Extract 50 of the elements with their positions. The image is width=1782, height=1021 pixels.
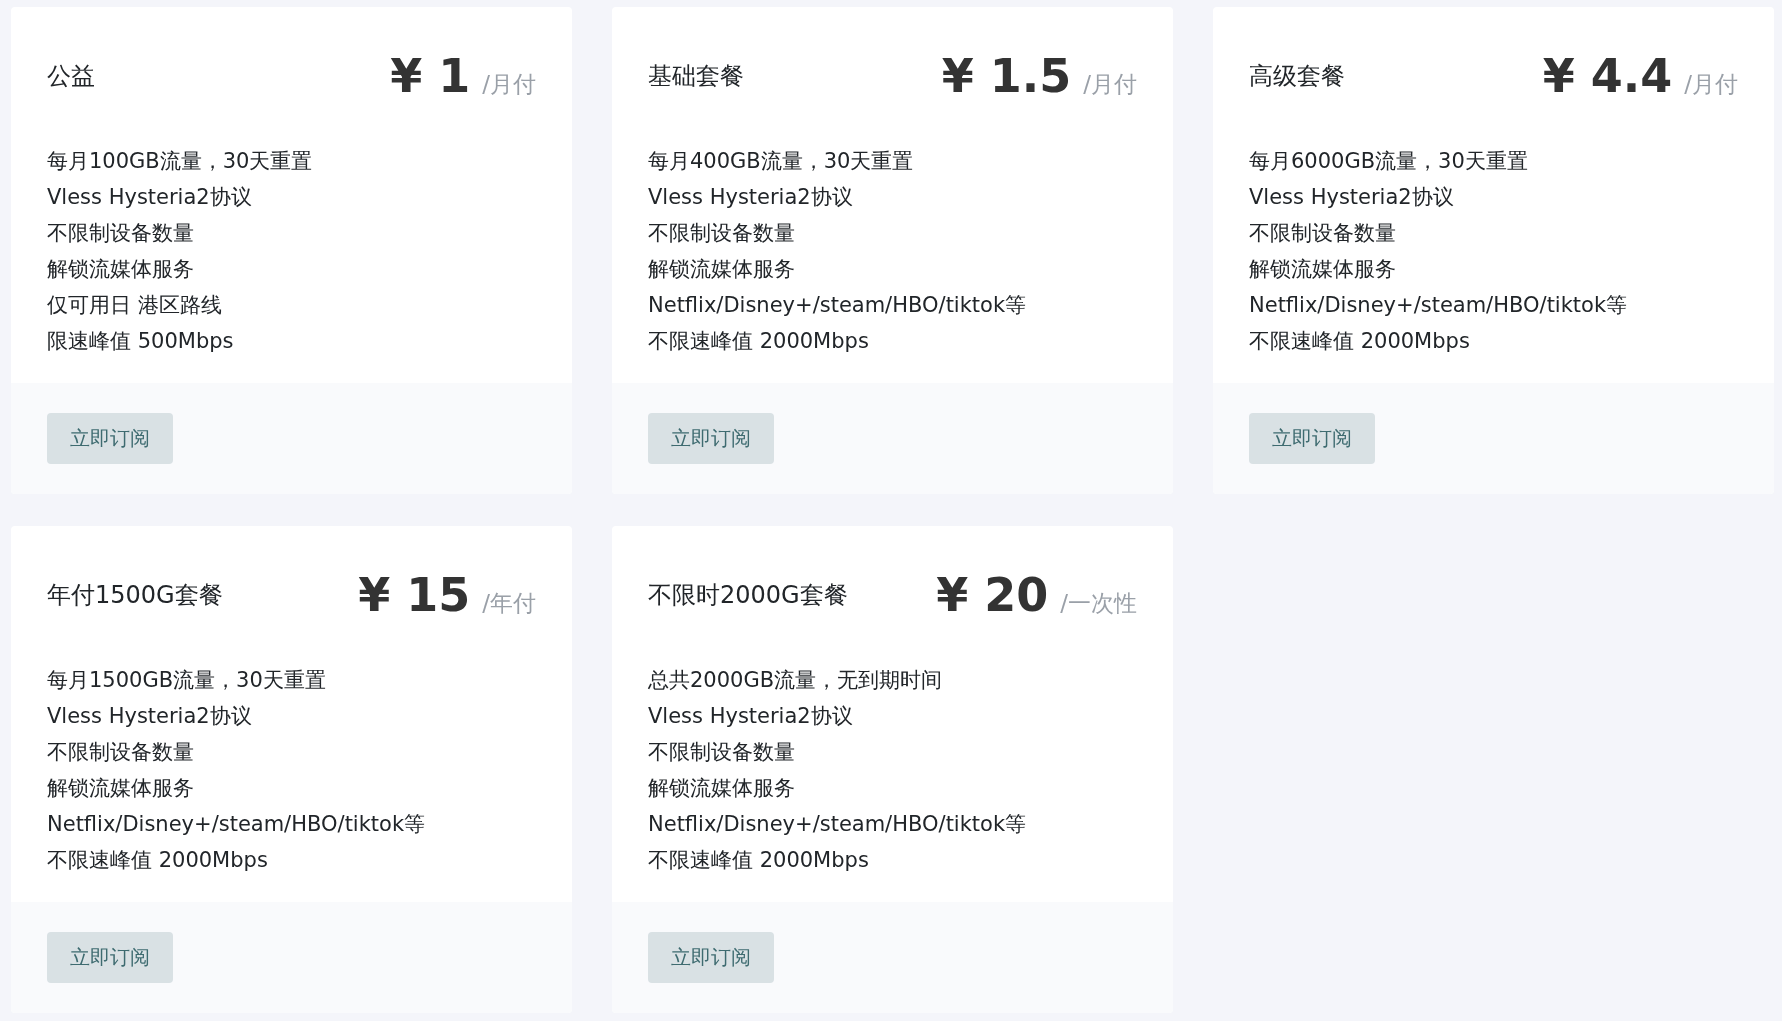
feature-text: 不限速峰值 2000Mbps bbox=[648, 328, 870, 355]
plan-name: 年付1500G套餐 bbox=[47, 580, 223, 611]
feature-text: 限速峰值 500Mbps bbox=[47, 328, 235, 355]
feature-text: 解锁流媒体服务 bbox=[47, 256, 195, 283]
subscribe-button[interactable]: 立即订阅 bbox=[648, 413, 774, 464]
feature-text: 不限速峰值 2000Mbps bbox=[1249, 328, 1471, 355]
feature-text: 不限制设备数量 bbox=[1249, 220, 1397, 247]
subscribe-button[interactable]: 立即订阅 bbox=[47, 932, 173, 983]
feature-text: Vless Hysteria2协议 bbox=[1249, 184, 1455, 211]
billing-period: /年付 bbox=[482, 589, 536, 618]
feature-text: Netflix/Disney+/steam/HBO/tiktok等 bbox=[1249, 292, 1629, 319]
feature-text: 每月400GB流量，30天重置 bbox=[648, 148, 915, 175]
feature-text: Vless Hysteria2协议 bbox=[47, 703, 253, 730]
feature-text: 解锁流媒体服务 bbox=[648, 775, 796, 802]
feature-text: 不限制设备数量 bbox=[47, 739, 195, 766]
feature-text: 不限制设备数量 bbox=[648, 220, 796, 247]
subscribe-button[interactable]: 立即订阅 bbox=[47, 413, 173, 464]
billing-period: /月付 bbox=[1083, 70, 1137, 99]
feature-text: 不限制设备数量 bbox=[47, 220, 195, 247]
plan-name: 不限时2000G套餐 bbox=[648, 580, 848, 611]
feature-text: 不限速峰值 2000Mbps bbox=[648, 847, 870, 874]
feature-text: 不限速峰值 2000Mbps bbox=[47, 847, 269, 874]
plan-name: 高级套餐 bbox=[1249, 61, 1345, 92]
feature-text: 每月6000GB流量，30天重置 bbox=[1249, 148, 1529, 175]
feature-text: Netflix/Disney+/steam/HBO/tiktok等 bbox=[47, 811, 427, 838]
feature-text: 每月100GB流量，30天重置 bbox=[47, 148, 314, 175]
plan-name: 基础套餐 bbox=[648, 61, 744, 92]
feature-text: 总共2000GB流量，无到期时间 bbox=[648, 667, 944, 694]
subscribe-button[interactable]: 立即订阅 bbox=[1249, 413, 1375, 464]
plan-price: ¥ 15 bbox=[358, 568, 471, 622]
feature-text: 解锁流媒体服务 bbox=[1249, 256, 1397, 283]
billing-period: /月付 bbox=[482, 70, 536, 99]
plan-name: 公益 bbox=[47, 61, 95, 92]
feature-text: 仅可用日 港区路线 bbox=[47, 292, 223, 319]
feature-text: 解锁流媒体服务 bbox=[47, 775, 195, 802]
feature-text: 每月1500GB流量，30天重置 bbox=[47, 667, 327, 694]
feature-text: Vless Hysteria2协议 bbox=[47, 184, 253, 211]
feature-text: 解锁流媒体服务 bbox=[648, 256, 796, 283]
feature-text: Vless Hysteria2协议 bbox=[648, 703, 854, 730]
plan-price: ¥ 1 bbox=[390, 49, 471, 103]
billing-period: /一次性 bbox=[1060, 589, 1137, 618]
subscribe-button[interactable]: 立即订阅 bbox=[648, 932, 774, 983]
plan-price: ¥ 20 bbox=[936, 568, 1049, 622]
billing-period: /月付 bbox=[1684, 70, 1738, 99]
feature-text: Netflix/Disney+/steam/HBO/tiktok等 bbox=[648, 292, 1028, 319]
feature-text: Netflix/Disney+/steam/HBO/tiktok等 bbox=[648, 811, 1028, 838]
feature-text: Vless Hysteria2协议 bbox=[648, 184, 854, 211]
plan-price: ¥ 1.5 bbox=[941, 49, 1072, 103]
feature-text: 不限制设备数量 bbox=[648, 739, 796, 766]
plan-price: ¥ 4.4 bbox=[1542, 49, 1673, 103]
